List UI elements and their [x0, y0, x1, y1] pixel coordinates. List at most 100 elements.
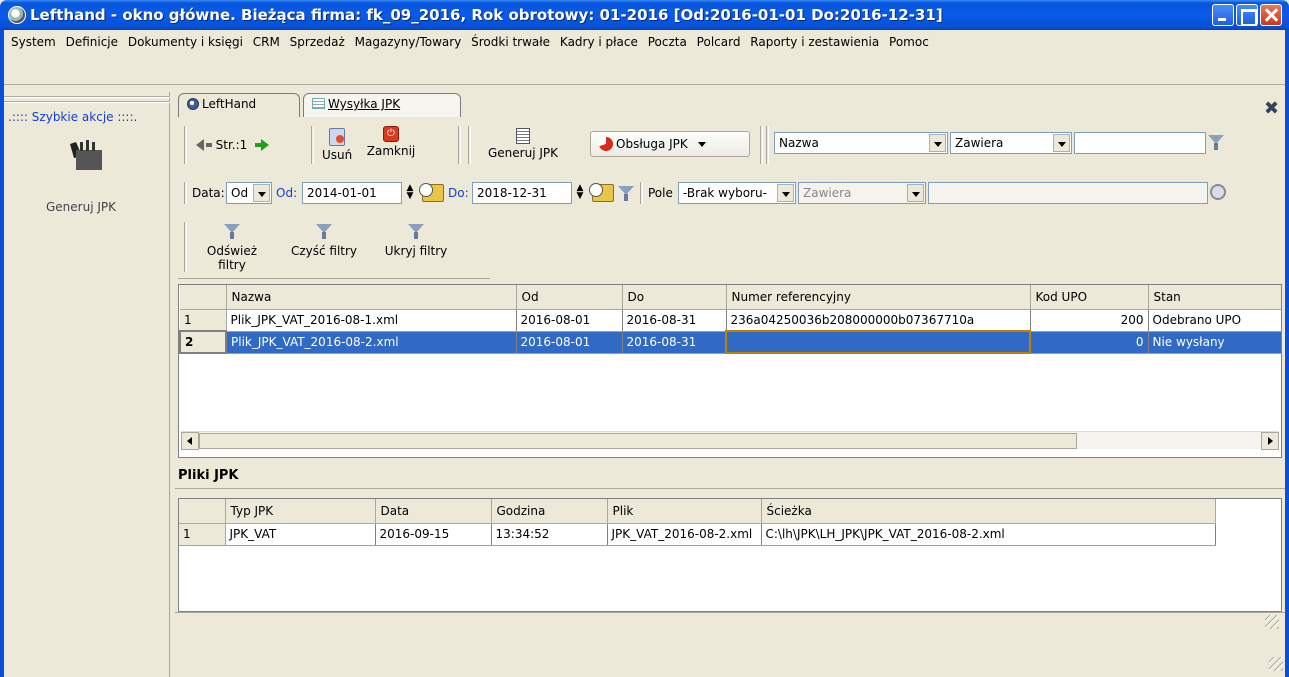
scroll-thumb[interactable] — [199, 433, 1077, 449]
cell-do[interactable]: 2016-08-31 — [622, 309, 727, 332]
date-mode-select[interactable]: Od — [226, 182, 272, 204]
cell-stan[interactable]: Nie wysłany — [1148, 331, 1281, 354]
column-header-sciezka[interactable]: Ścieżka — [761, 499, 1216, 524]
chevron-down-icon — [253, 184, 270, 202]
clear-filters-button[interactable]: Czyść filtry — [284, 224, 364, 258]
window-resize-grip-icon[interactable] — [1269, 657, 1283, 671]
table-row[interactable]: 1 JPK_VAT 2016-09-15 13:34:52 JPK_VAT_20… — [179, 523, 1216, 546]
menu-system[interactable]: System — [8, 33, 59, 51]
page-navigator: Str.:1 — [196, 138, 270, 152]
delete-icon — [329, 128, 345, 146]
horizontal-scrollbar[interactable] — [181, 431, 1279, 450]
jpk-service-dropdown[interactable]: Obsługa JPK — [590, 131, 750, 157]
cell-od[interactable]: 2016-08-01 — [516, 331, 623, 354]
filter-operator-select[interactable]: Zawiera — [950, 132, 1072, 154]
menu-polcard[interactable]: Polcard — [694, 33, 744, 51]
apply-filter-icon[interactable] — [1208, 135, 1224, 151]
menu-dokumenty[interactable]: Dokumenty i księgi — [125, 33, 246, 51]
date-from-spinner-icon[interactable]: ▲ ▼ — [404, 184, 416, 202]
column-header-data[interactable]: Data — [375, 499, 492, 524]
cell-stan[interactable]: Odebrano UPO — [1148, 309, 1281, 332]
window-frame-right — [1285, 30, 1289, 677]
menu-crm[interactable]: CRM — [250, 33, 283, 51]
date-from-calendar-icon[interactable] — [419, 183, 444, 202]
cell-plik[interactable]: JPK_VAT_2016-08-2.xml — [607, 523, 762, 546]
minimize-button[interactable] — [1212, 4, 1234, 26]
menu-pomoc[interactable]: Pomoc — [886, 33, 932, 51]
menu-sprzedaz[interactable]: Sprzedaż — [287, 33, 348, 51]
date-filter-icon[interactable] — [618, 186, 634, 202]
column-header-numer-ref[interactable]: Numer referencyjny — [726, 285, 1031, 310]
page-label: Str.:1 — [215, 138, 248, 152]
menu-kadry[interactable]: Kadry i płace — [557, 33, 641, 51]
column-header-do[interactable]: Do — [622, 285, 727, 310]
row-number: 1 — [180, 309, 227, 332]
column-header-kod-upo[interactable]: Kod UPO — [1030, 285, 1149, 310]
prev-page-icon[interactable] — [196, 139, 204, 151]
cell-kod-upo[interactable]: 0 — [1030, 331, 1149, 354]
filter-text-input[interactable] — [1074, 132, 1206, 154]
table-row-selected[interactable]: 2 Plik_JPK_VAT_2016-08-2.xml 2016-08-01 … — [179, 330, 1281, 354]
cell-nazwa[interactable]: Plik_JPK_VAT_2016-08-2.xml — [226, 331, 517, 354]
close-window-button[interactable] — [1260, 4, 1282, 26]
date-to-calendar-icon[interactable] — [589, 183, 614, 202]
power-off-icon: ⏻ — [383, 126, 399, 142]
table-header-row: Nazwa Od Do Numer referencyjny Kod UPO S… — [180, 285, 1281, 310]
column-header-nazwa[interactable]: Nazwa — [226, 285, 517, 310]
title-bar[interactable]: Lefthand - okno główne. Bieżąca firma: f… — [0, 0, 1289, 30]
jpk-shipment-grid: Nazwa Od Do Numer referencyjny Kod UPO S… — [178, 284, 1282, 458]
cell-godzina[interactable]: 13:34:52 — [491, 523, 608, 546]
generate-jpk-button[interactable]: Generuj JPK — [484, 128, 562, 160]
menu-bar: System Definicje Dokumenty i księgi CRM … — [4, 30, 1285, 85]
menu-magazyny[interactable]: Magazyny/Towary — [352, 33, 465, 51]
app-logo-icon — [8, 6, 26, 24]
cell-kod-upo[interactable]: 200 — [1030, 309, 1149, 332]
maximize-button[interactable] — [1236, 4, 1258, 26]
menu-poczta[interactable]: Poczta — [645, 33, 690, 51]
cell-do[interactable]: 2016-08-31 — [622, 331, 727, 354]
scroll-left-icon[interactable] — [181, 432, 199, 450]
pole-select[interactable]: -Brak wyboru- — [678, 182, 796, 204]
cell-od[interactable]: 2016-08-01 — [516, 309, 623, 332]
column-header-godzina[interactable]: Godzina — [491, 499, 608, 524]
date-from-input[interactable]: 2014-01-01 — [302, 182, 402, 204]
column-header-plik[interactable]: Plik — [607, 499, 762, 524]
cell-sciezka[interactable]: C:\lh\JPK\LH_JPK\JPK_VAT_2016-08-2.xml — [761, 523, 1216, 546]
cell-numer-ref[interactable] — [725, 330, 1031, 354]
date-to-input[interactable]: 2018-12-31 — [472, 182, 572, 204]
generate-jpk-action[interactable]: Generuj JPK — [46, 200, 116, 214]
cell-numer-ref[interactable]: 236a04250036b208000000b07367710a — [726, 309, 1031, 332]
delete-button[interactable]: Usuń — [322, 128, 352, 162]
date-to-label: Do: — [448, 186, 469, 200]
close-button[interactable]: ⏻ Zamknij — [364, 126, 418, 158]
jpk-files-grid: Typ JPK Data Godzina Plik Ścieżka 1 JPK_… — [178, 498, 1282, 612]
table-header-row: Typ JPK Data Godzina Plik Ścieżka — [179, 499, 1216, 524]
tab-lefthand[interactable]: LeftHand — [178, 93, 300, 117]
pole-value-input — [928, 182, 1208, 204]
funnel-icon — [224, 224, 240, 240]
hide-filters-button[interactable]: Ukryj filtry — [376, 224, 456, 258]
tab-wysylka-jpk[interactable]: Wysyłka JPK — [303, 93, 461, 117]
resize-grip-icon[interactable] — [1265, 615, 1279, 629]
menu-srodki-trwale[interactable]: Środki trwałe — [468, 33, 553, 51]
date-to-spinner-icon[interactable]: ▲ ▼ — [574, 184, 586, 202]
scroll-right-icon[interactable] — [1261, 432, 1279, 450]
files-section-title: Pliki JPK — [178, 468, 239, 483]
table-row[interactable]: 1 Plik_JPK_VAT_2016-08-1.xml 2016-08-01 … — [180, 309, 1281, 332]
cell-data[interactable]: 2016-09-15 — [375, 523, 492, 546]
menu-definicje[interactable]: Definicje — [63, 33, 121, 51]
next-page-icon[interactable] — [261, 139, 270, 151]
toolbar-separator — [184, 182, 187, 204]
refresh-filters-button[interactable]: Odśwież filtry — [192, 224, 272, 272]
generate-jpk-icon[interactable] — [68, 138, 108, 172]
column-header-stan[interactable]: Stan — [1148, 285, 1281, 310]
close-tab-icon[interactable]: ✖ — [1264, 98, 1279, 119]
toolbar-separator — [766, 126, 769, 164]
cell-nazwa[interactable]: Plik_JPK_VAT_2016-08-1.xml — [226, 309, 517, 332]
menu-raporty[interactable]: Raporty i zestawienia — [747, 33, 882, 51]
timer-icon[interactable] — [1210, 184, 1226, 200]
cell-typ-jpk[interactable]: JPK_VAT — [225, 523, 376, 546]
filter-field-select[interactable]: Nazwa — [774, 132, 948, 154]
column-header-typ-jpk[interactable]: Typ JPK — [225, 499, 376, 524]
column-header-od[interactable]: Od — [516, 285, 623, 310]
